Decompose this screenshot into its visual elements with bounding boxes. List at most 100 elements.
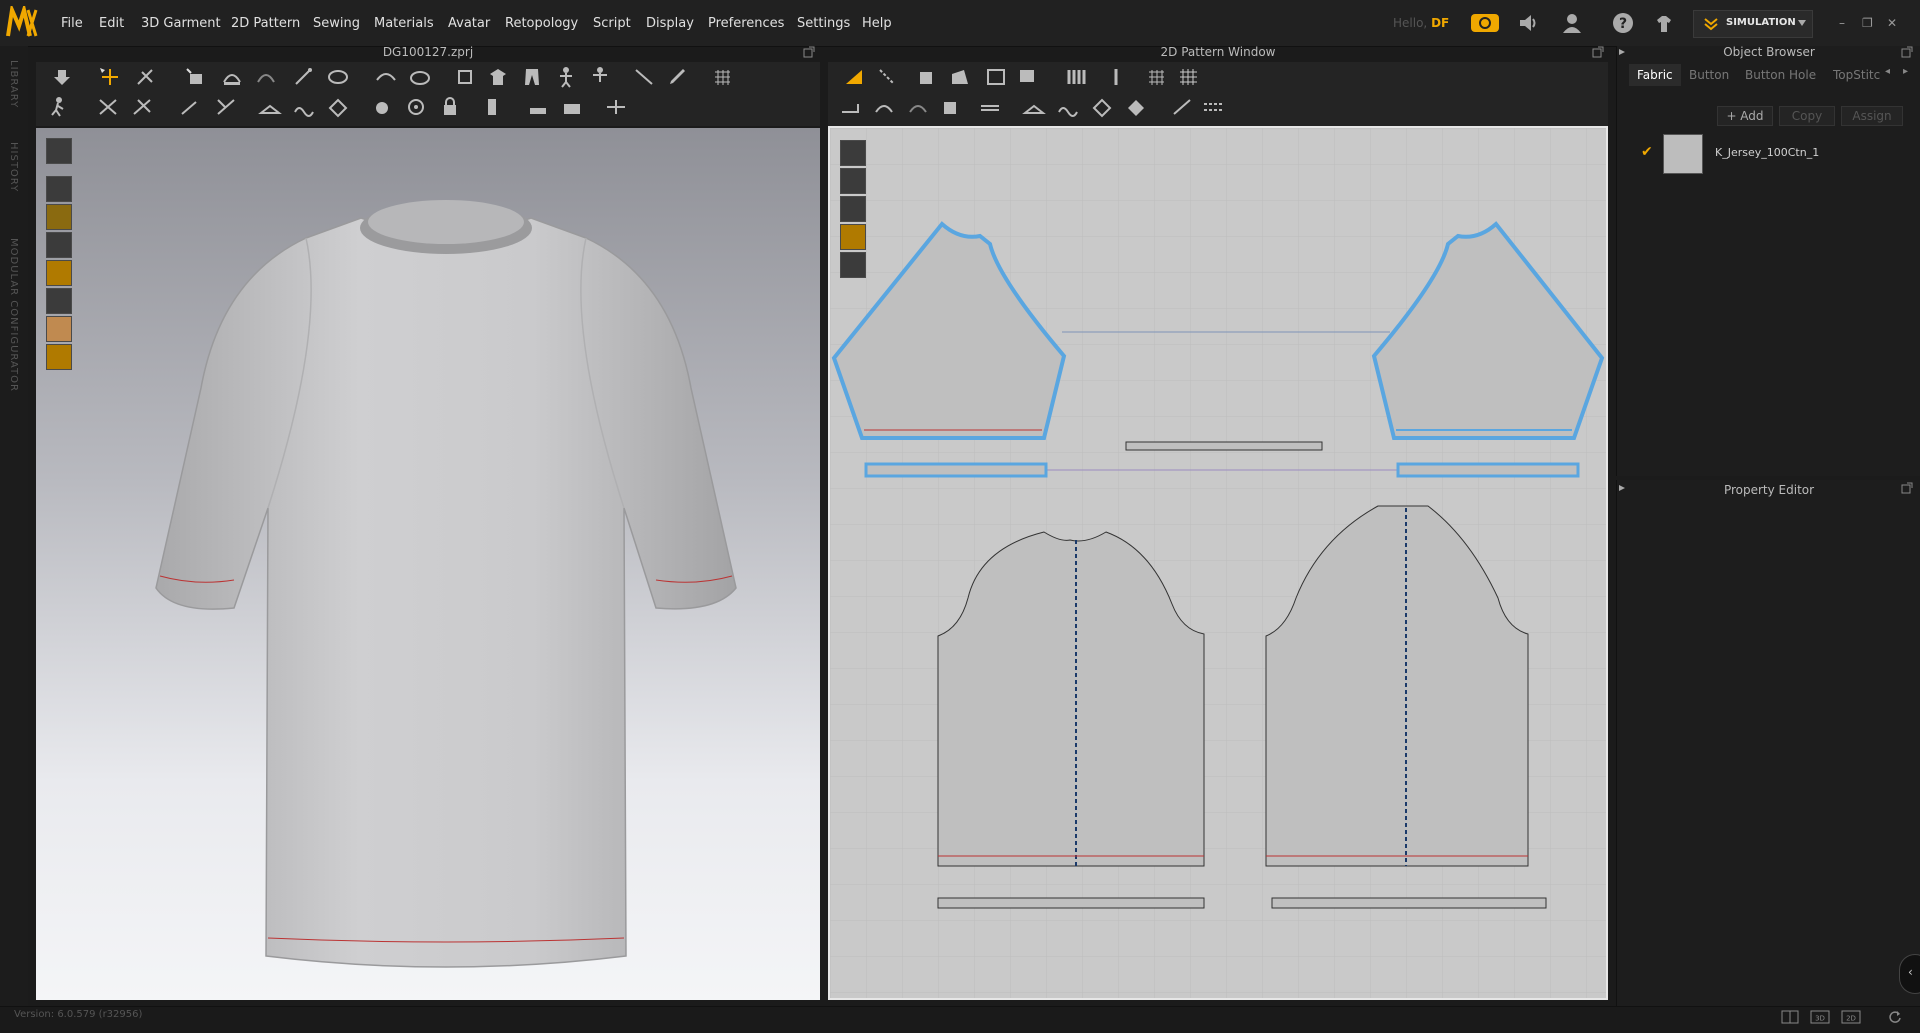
layout-2d-icon[interactable]: 2D	[1841, 1010, 1861, 1024]
menu-3d-garment[interactable]: 3D Garment	[141, 16, 221, 31]
grading-icon[interactable]	[1144, 66, 1168, 88]
simulation-mode-button[interactable]: SIMULATION	[1693, 10, 1813, 38]
segment-4-icon[interactable]	[940, 96, 964, 118]
speaker-icon[interactable]	[1517, 12, 1539, 34]
menu-sewing[interactable]: Sewing	[313, 16, 360, 31]
tab-fabric[interactable]: Fabric	[1629, 64, 1681, 86]
left-sleeve-piece[interactable]	[831, 221, 1067, 440]
mesh-3-icon[interactable]	[1124, 96, 1148, 118]
menu-2d-pattern[interactable]: 2D Pattern	[231, 16, 300, 31]
measure-line-icon[interactable]	[292, 66, 316, 88]
user-icon[interactable]	[1561, 12, 1583, 34]
avatar-stand-icon[interactable]	[588, 66, 612, 88]
edit-point-icon[interactable]	[876, 66, 900, 88]
back-body-piece[interactable]	[1265, 505, 1529, 867]
view-skin-icon[interactable]	[46, 316, 72, 342]
hanger-icon[interactable]	[258, 96, 282, 118]
menu-script[interactable]: Script	[593, 16, 631, 31]
layout-split-icon[interactable]	[1781, 1010, 1799, 1024]
neck-band-piece[interactable]	[1125, 441, 1323, 451]
scissors-icon[interactable]	[96, 96, 120, 118]
fold-tool-icon[interactable]	[220, 66, 244, 88]
tab-button-hole[interactable]: Button Hole	[1745, 64, 1816, 86]
segment-3-icon[interactable]	[906, 96, 930, 118]
measure-circ-icon[interactable]	[326, 66, 350, 88]
back-hem-band-piece[interactable]	[1271, 897, 1547, 909]
2d-pattern-viewport[interactable]	[828, 126, 1608, 1000]
fold-sewing-2-icon[interactable]	[1056, 96, 1080, 118]
expand-window-icon[interactable]	[1901, 482, 1913, 494]
pin-icon[interactable]	[1104, 66, 1128, 88]
view-garment-icon[interactable]	[46, 176, 72, 202]
fabric-list-item[interactable]: ✔ K_Jersey_100Ctn_1	[1635, 134, 1905, 174]
layout-3d-icon[interactable]: 3D	[1810, 1010, 1830, 1024]
garment-share-icon[interactable]	[1653, 12, 1675, 34]
view-texture-icon[interactable]	[46, 260, 72, 286]
select-mesh-icon[interactable]	[134, 66, 158, 88]
tack-2-icon[interactable]	[408, 66, 432, 88]
copy-fabric-button[interactable]: Copy	[1779, 106, 1835, 126]
collapse-panel-handle[interactable]: ‹	[1899, 954, 1920, 994]
tshirt-3d-model[interactable]	[116, 178, 776, 978]
tab-scroll-left-icon[interactable]: ◂	[1885, 66, 1890, 77]
segment-icon[interactable]	[838, 96, 862, 118]
view-light-icon[interactable]	[46, 344, 72, 370]
cloud-icon[interactable]	[1470, 12, 1500, 34]
pencil-icon[interactable]	[666, 66, 690, 88]
expand-window-icon[interactable]	[1592, 46, 1604, 58]
hanger-2-icon[interactable]	[1022, 96, 1046, 118]
mesh-2-icon[interactable]	[1090, 96, 1114, 118]
zipper-icon[interactable]	[480, 96, 504, 118]
tape-icon[interactable]	[632, 66, 656, 88]
refresh-icon[interactable]	[1888, 1010, 1902, 1024]
grid-icon[interactable]	[710, 66, 734, 88]
button-icon[interactable]	[370, 96, 394, 118]
trim-icon[interactable]	[526, 96, 550, 118]
menu-settings[interactable]: Settings	[797, 16, 850, 31]
front-hem-band-piece[interactable]	[937, 897, 1205, 909]
tab-button[interactable]: Button	[1689, 64, 1729, 86]
tack-icon[interactable]	[374, 66, 398, 88]
library-tab[interactable]: LIBRARY	[8, 60, 19, 108]
right-sleeve-piece[interactable]	[1371, 221, 1605, 440]
menu-retopology[interactable]: Retopology	[505, 16, 578, 31]
pin-box-icon[interactable]	[454, 66, 478, 88]
menu-help[interactable]: Help	[862, 16, 892, 31]
button-2-icon[interactable]	[404, 96, 428, 118]
pattern-grid-icon[interactable]	[1176, 66, 1200, 88]
expand-window-icon[interactable]	[803, 46, 815, 58]
restore-button[interactable]: ❐	[1862, 16, 1873, 30]
menu-file[interactable]: File	[61, 16, 83, 31]
menu-display[interactable]: Display	[646, 16, 694, 31]
transform-pattern-icon[interactable]	[842, 66, 866, 88]
dashed-line-icon[interactable]	[1202, 96, 1226, 118]
select-move-icon[interactable]	[98, 66, 122, 88]
add-fabric-button[interactable]: + Add	[1717, 106, 1773, 126]
3d-viewport[interactable]	[36, 128, 820, 1000]
modular-configurator-tab[interactable]: MODULAR CONFIGURATOR	[8, 238, 19, 392]
stitch-icon[interactable]	[978, 96, 1002, 118]
ruler-bars-icon[interactable]	[1064, 66, 1088, 88]
edit-curve-icon[interactable]	[912, 66, 936, 88]
tab-topstitch[interactable]: TopStitc	[1833, 64, 1880, 86]
internal-shape-icon[interactable]	[1016, 66, 1040, 88]
menu-edit[interactable]: Edit	[99, 16, 124, 31]
menu-avatar[interactable]: Avatar	[448, 16, 490, 31]
tab-scroll-right-icon[interactable]: ▸	[1903, 66, 1908, 77]
rectangle-icon[interactable]	[984, 66, 1008, 88]
front-body-piece[interactable]	[937, 531, 1205, 867]
line-measure-icon[interactable]	[1170, 96, 1194, 118]
view-particles-icon[interactable]	[46, 204, 72, 230]
history-tab[interactable]: HISTORY	[8, 142, 19, 192]
expand-window-icon[interactable]	[1901, 46, 1913, 58]
edit-seam-icon[interactable]	[178, 96, 202, 118]
close-button[interactable]: ✕	[1887, 16, 1897, 30]
cut-sew-icon[interactable]	[130, 96, 154, 118]
segment-2-icon[interactable]	[872, 96, 896, 118]
trim-2-icon[interactable]	[560, 96, 584, 118]
avatar-pose-icon[interactable]	[554, 66, 578, 88]
left-cuff-piece[interactable]	[864, 462, 1048, 478]
fold-tool-2-icon[interactable]	[254, 66, 278, 88]
drop-down-arrow-icon[interactable]	[50, 66, 74, 88]
avatar-walk-icon[interactable]	[46, 96, 70, 118]
